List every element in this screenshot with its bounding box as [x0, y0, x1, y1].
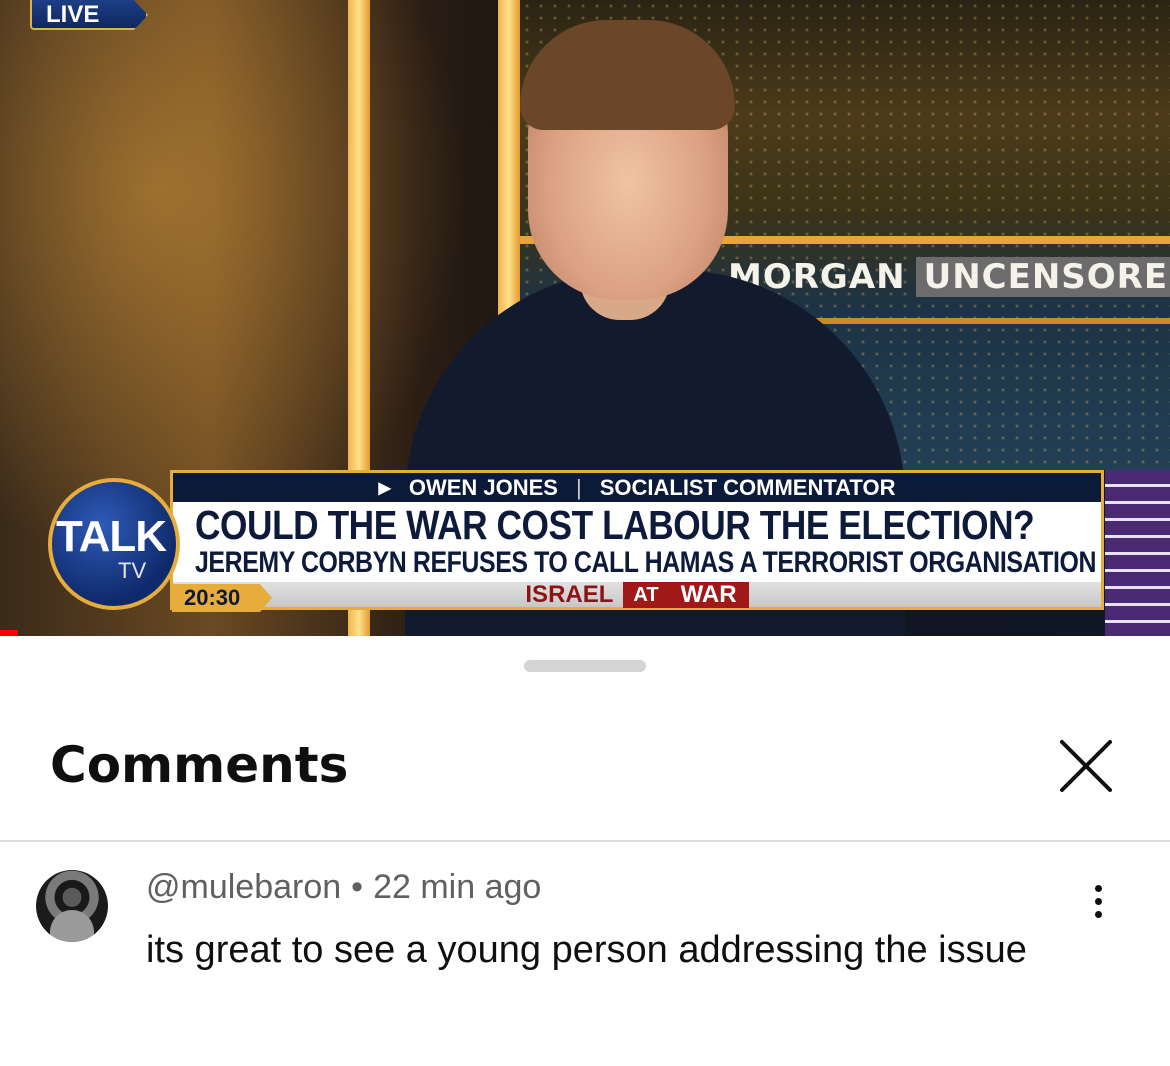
- video-player[interactable]: MORGAN UNCENSORE LIVE ▶ OWEN JONES | SOC…: [0, 0, 1170, 636]
- time-badge: 20:30: [172, 584, 272, 612]
- topic-word-israel: ISRAEL: [525, 580, 614, 608]
- studio-purple-panel: [1105, 470, 1170, 636]
- avatar[interactable]: [36, 870, 108, 942]
- comments-sheet: Comments @mulebaron • 22 min ago its great…: [0, 636, 1170, 1066]
- header-divider: [0, 840, 1170, 842]
- drag-handle[interactable]: [524, 660, 646, 672]
- news-lower-third: ▶ OWEN JONES | SOCIALIST COMMENTATOR COU…: [170, 470, 1104, 610]
- more-vertical-icon: [1094, 885, 1102, 892]
- studio-sign: MORGAN UNCENSORE: [728, 256, 1170, 298]
- comment-more-button[interactable]: [1078, 880, 1118, 928]
- comment-meta: @mulebaron • 22 min ago: [146, 868, 541, 907]
- close-button[interactable]: [1050, 730, 1122, 802]
- comment-username[interactable]: @mulebaron: [146, 868, 341, 906]
- logo-word-tv: TV: [118, 558, 147, 583]
- comment-text: its great to see a young person addressi…: [146, 929, 1027, 971]
- playback-progress-bar[interactable]: [0, 630, 18, 636]
- logo-word-talk: TALK: [56, 512, 167, 561]
- caption-separator: |: [575, 474, 582, 500]
- talktv-logo: TALK TV: [48, 478, 180, 610]
- topic-strap: ISRAEL AT WAR: [170, 580, 1104, 610]
- news-headline: COULD THE WAR COST LABOUR THE ELECTION?: [195, 502, 1035, 548]
- meta-separator: •: [351, 868, 364, 906]
- topic-word-war: WAR: [668, 581, 749, 608]
- guest-name: OWEN JONES: [408, 474, 558, 500]
- news-subheadline: JEREMY CORBYN REFUSES TO CALL HAMAS A TE…: [195, 546, 1097, 579]
- guest-title: SOCIALIST COMMENTATOR: [599, 474, 896, 500]
- close-icon: [1060, 740, 1112, 792]
- comment-timestamp: 22 min ago: [373, 868, 542, 906]
- topic-word-at: AT: [623, 581, 669, 608]
- live-badge: LIVE: [30, 0, 148, 30]
- guest-caption: ▶ OWEN JONES | SOCIALIST COMMENTATOR: [170, 470, 1104, 502]
- play-triangle-icon: ▶: [378, 479, 391, 497]
- comments-title: Comments: [50, 736, 349, 794]
- headline-panel: COULD THE WAR COST LABOUR THE ELECTION? …: [170, 502, 1104, 582]
- studio-sign-word2: UNCENSORE: [915, 257, 1170, 297]
